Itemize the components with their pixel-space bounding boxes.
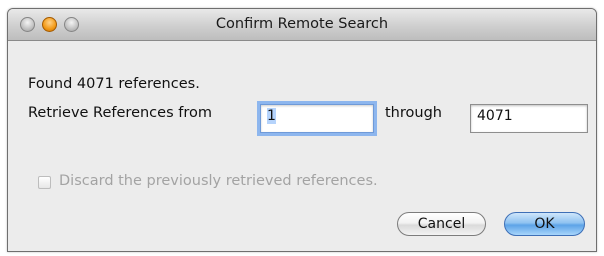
discard-references-checkbox[interactable] — [38, 176, 51, 189]
retrieve-references-label: Retrieve References from — [28, 105, 212, 121]
ok-button[interactable]: OK — [504, 212, 585, 236]
through-label: through — [385, 105, 442, 121]
window-title: Confirm Remote Search — [215, 16, 389, 32]
retrieve-from-field[interactable]: 1 — [260, 104, 374, 133]
retrieve-from-value: 1 — [267, 108, 276, 124]
cancel-button[interactable]: Cancel — [397, 212, 486, 236]
title-bar[interactable]: Confirm Remote Search — [8, 9, 596, 41]
found-references-message: Found 4071 references. — [28, 76, 200, 92]
confirm-remote-search-dialog: Confirm Remote Search Found 4071 referen… — [7, 8, 597, 252]
retrieve-through-field[interactable]: 4071 — [470, 104, 588, 133]
discard-references-label: Discard the previously retrieved referen… — [59, 173, 378, 189]
